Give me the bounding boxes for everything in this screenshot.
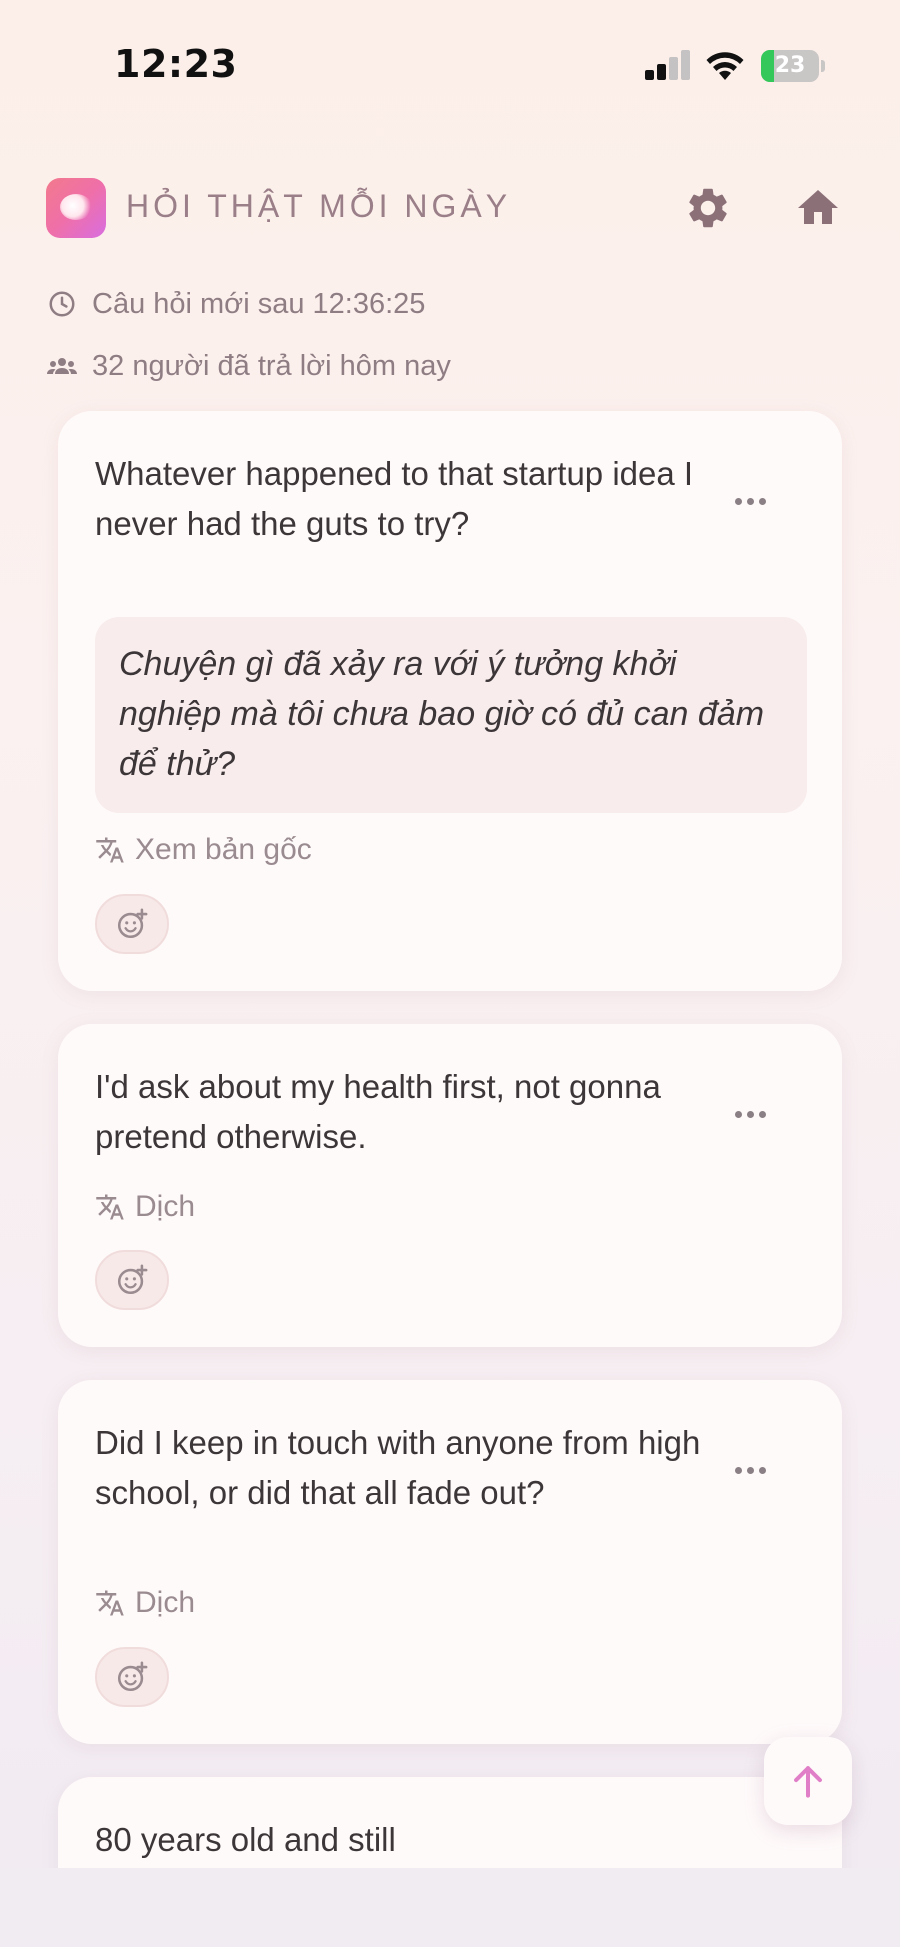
scroll-to-top-button[interactable]	[764, 1737, 852, 1825]
battery-level: 23	[774, 53, 806, 78]
answer-text: Did I keep in touch with anyone from hig…	[95, 1424, 701, 1511]
settings-button[interactable]	[680, 180, 736, 236]
bottom-safe-area	[0, 1868, 900, 1947]
translate-icon	[96, 1194, 124, 1220]
people-icon	[46, 350, 78, 382]
ellipsis-dot	[758, 497, 766, 505]
answer-text: 80 years old and still	[95, 1821, 396, 1858]
answered-count-text: 32 người đã trả lời hôm nay	[92, 349, 451, 382]
add-emoji-icon	[117, 908, 148, 939]
ellipsis-dot	[758, 1110, 766, 1118]
wifi-icon	[704, 46, 746, 82]
more-options-button[interactable]	[728, 479, 772, 523]
add-reaction-button[interactable]	[95, 894, 169, 954]
cellular-signal-icon	[645, 50, 691, 80]
home-button[interactable]	[790, 180, 846, 236]
view-original-link[interactable]: Xem bản gốc	[95, 830, 312, 870]
ellipsis-dot	[746, 1466, 754, 1474]
battery-icon: 23	[761, 50, 825, 82]
add-emoji-icon	[117, 1264, 148, 1295]
translation-box: Chuyện gì đã xảy ra với ý tưởng khởi ngh…	[95, 617, 807, 813]
add-reaction-button[interactable]	[95, 1250, 169, 1310]
arrow-up-icon	[794, 1766, 822, 1798]
view-original-label: Xem bản gốc	[135, 833, 312, 866]
add-emoji-icon	[117, 1661, 148, 1692]
ellipsis-dot	[758, 1466, 766, 1474]
gear-icon	[689, 188, 727, 228]
app-header: HỎI THẬT MỖI NGÀY	[0, 178, 900, 240]
app-logo-icon	[46, 178, 106, 238]
answer-text: I'd ask about my health first, not gonna…	[95, 1068, 661, 1155]
ellipsis-dot	[746, 1110, 754, 1118]
home-icon	[798, 190, 838, 224]
answered-count-line: 32 người đã trả lời hôm nay	[46, 346, 451, 386]
app-title: HỎI THẬT MỖI NGÀY	[126, 188, 512, 224]
answer-text: Whatever happened to that startup idea I…	[95, 455, 694, 542]
countdown-text: Câu hỏi mới sau 12:36:25	[92, 287, 426, 320]
translation-text: Chuyện gì đã xảy ra với ý tưởng khởi ngh…	[119, 645, 765, 783]
answer-card: Did I keep in touch with anyone from hig…	[58, 1380, 842, 1744]
translate-icon	[96, 1590, 124, 1616]
more-options-button[interactable]	[728, 1448, 772, 1492]
status-bar: 12:23 23	[0, 0, 900, 130]
add-reaction-button[interactable]	[95, 1647, 169, 1707]
translate-link[interactable]: Dịch	[95, 1583, 195, 1623]
ellipsis-dot	[734, 497, 742, 505]
answer-card: I'd ask about my health first, not gonna…	[58, 1024, 842, 1347]
ellipsis-dot	[746, 497, 754, 505]
translate-label: Dịch	[135, 1586, 196, 1619]
translate-icon	[96, 837, 124, 863]
translate-label: Dịch	[135, 1190, 196, 1223]
ellipsis-dot	[734, 1110, 742, 1118]
answer-card: Whatever happened to that startup idea I…	[58, 411, 842, 991]
translate-link[interactable]: Dịch	[95, 1187, 195, 1227]
clock-icon	[46, 288, 78, 320]
status-time: 12:23	[114, 42, 238, 86]
more-options-button[interactable]	[728, 1092, 772, 1136]
countdown-line: Câu hỏi mới sau 12:36:25	[46, 284, 425, 324]
ellipsis-dot	[734, 1466, 742, 1474]
